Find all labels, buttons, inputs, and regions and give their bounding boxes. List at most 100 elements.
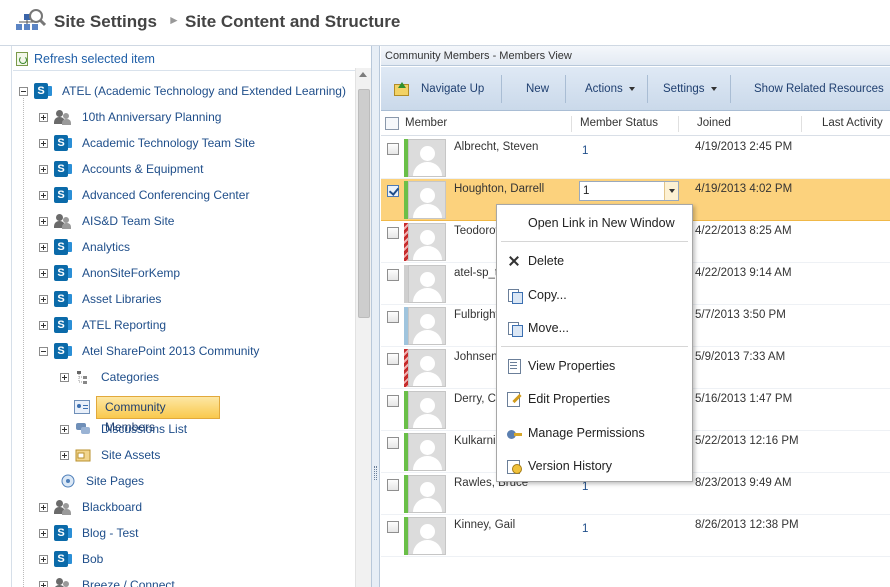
avatar [408,223,446,261]
member-name[interactable]: Kulkarni, [454,435,499,447]
joined-date: 5/7/2013 3:50 PM [695,309,786,321]
chevron-down-icon[interactable] [664,182,678,200]
tree-site-item[interactable]: S Atel SharePoint 2013 Community [39,340,259,362]
row-checkbox[interactable] [387,269,399,281]
menu-copy[interactable]: Copy... [497,282,692,308]
member-name[interactable]: Fulbright [454,309,499,321]
tree-site-item[interactable]: Breeze / Connect [39,574,175,587]
tree-item-label: ATEL Reporting [82,318,167,332]
member-name[interactable]: Albrecht, Steven [454,141,538,153]
column-member-status[interactable]: Member Status [580,112,658,136]
row-checkbox[interactable] [387,479,399,491]
actions-menu[interactable]: Actions [585,67,635,111]
settings-menu[interactable]: Settings [663,67,717,111]
tree-site-item[interactable]: S Bob [39,548,103,570]
tree-root-atel[interactable]: S ATEL (Academic Technology and Extended … [19,80,346,102]
row-checkbox[interactable] [387,185,399,197]
tree-item-label: Accounts & Equipment [82,162,204,176]
expand-icon[interactable] [39,580,48,587]
tree-list-item[interactable]: Site Pages [60,470,144,492]
expand-icon[interactable] [39,320,48,330]
tree-site-item[interactable]: S ATEL Reporting [39,314,166,336]
member-name[interactable]: atel-sp_t [454,267,498,279]
member-row[interactable]: Albrecht, Steven 1 4/19/2013 2:45 PM [381,137,890,179]
new-button[interactable]: New [526,67,549,111]
sharepoint-icon: S [54,316,72,334]
menu-view-properties[interactable]: View Properties [497,353,692,379]
row-checkbox[interactable] [387,395,399,407]
menu-edit-properties[interactable]: Edit Properties [497,386,692,412]
refresh-selected-link[interactable]: Refresh selected item [16,50,155,68]
tree-site-item[interactable]: AIS&D Team Site [39,210,174,232]
menu-move[interactable]: Move... [497,315,692,341]
tree-site-item[interactable]: S Analytics [39,236,130,258]
expand-icon[interactable] [39,216,48,226]
scrollbar-thumb[interactable] [358,89,370,318]
row-checkbox[interactable] [387,521,399,533]
expand-icon[interactable] [39,164,48,174]
move-icon [506,320,523,337]
show-related-resources-button[interactable]: Show Related Resources [754,67,884,111]
pane-splitter[interactable] [372,46,380,587]
joined-date: 4/22/2013 9:14 AM [695,267,792,279]
member-status[interactable]: 1 [582,523,588,535]
expand-icon[interactable] [39,242,48,252]
tree-site-item[interactable]: S Advanced Conferencing Center [39,184,249,206]
column-joined[interactable]: Joined [697,112,731,136]
tree-item-label: Site Pages [86,474,145,488]
member-name[interactable]: Kinney, Gail [454,519,515,531]
row-checkbox[interactable] [387,353,399,365]
member-name[interactable]: Johnsen, [454,351,501,363]
menu-open-new-window[interactable]: Open Link in New Window [497,210,692,236]
menu-delete[interactable]: Delete [497,248,692,274]
expand-icon[interactable] [39,554,48,564]
tree-list-item[interactable]: Categories [60,366,159,388]
tree-site-item[interactable]: 10th Anniversary Planning [39,106,221,128]
expand-icon[interactable] [39,502,48,512]
select-all-icon[interactable] [385,117,399,130]
member-name[interactable]: Houghton, Darrell [454,183,544,195]
collapse-icon[interactable] [39,346,48,356]
splitter-grip-icon[interactable] [374,466,377,480]
tree-item-label: AnonSiteForKemp [82,266,181,280]
row-checkbox[interactable] [387,437,399,449]
scroll-up-icon[interactable] [359,72,367,77]
row-checkbox[interactable] [387,143,399,155]
tree-site-item[interactable]: S Accounts & Equipment [39,158,203,180]
member-status[interactable]: 1 [582,481,588,493]
tree-site-item[interactable]: S Blog - Test [39,522,138,544]
expand-icon[interactable] [39,190,48,200]
member-name[interactable]: Derry, Cl [454,393,499,405]
member-status-input[interactable]: 1 [579,181,679,201]
member-name[interactable]: Teodorov [454,225,501,237]
expand-icon[interactable] [39,528,48,538]
expand-icon[interactable] [60,424,69,434]
navigate-up-button[interactable]: Navigate Up [393,67,484,111]
breadcrumb-site-settings[interactable]: Site Settings [54,12,157,32]
tree-site-item[interactable]: S Academic Technology Team Site [39,132,255,154]
avatar [408,307,446,345]
expand-icon[interactable] [60,450,69,460]
row-checkbox[interactable] [387,311,399,323]
chevron-down-icon [628,87,635,91]
row-checkbox[interactable] [387,227,399,239]
expand-icon[interactable] [39,112,48,122]
delete-icon [506,253,522,269]
member-row[interactable]: Kinney, Gail 1 8/26/2013 12:38 PM [381,515,890,557]
expand-icon[interactable] [39,268,48,278]
menu-manage-permissions[interactable]: Manage Permissions [497,420,692,446]
tree-item-community-members[interactable]: Community Members [96,396,220,434]
tree-site-item[interactable]: S AnonSiteForKemp [39,262,180,284]
collapse-icon[interactable] [19,86,28,96]
tree-list-item[interactable]: Site Assets [60,444,160,466]
expand-icon[interactable] [39,294,48,304]
expand-icon[interactable] [60,372,69,382]
tree-site-item[interactable]: Blackboard [39,496,142,518]
menu-version-history[interactable]: Version History [497,453,692,479]
tree-site-item[interactable]: S Asset Libraries [39,288,161,310]
expand-icon[interactable] [39,138,48,148]
column-member[interactable]: Member [405,112,447,136]
column-last-activity[interactable]: Last Activity [822,112,883,136]
tree-scrollbar[interactable] [355,68,371,587]
member-status[interactable]: 1 [582,145,588,157]
